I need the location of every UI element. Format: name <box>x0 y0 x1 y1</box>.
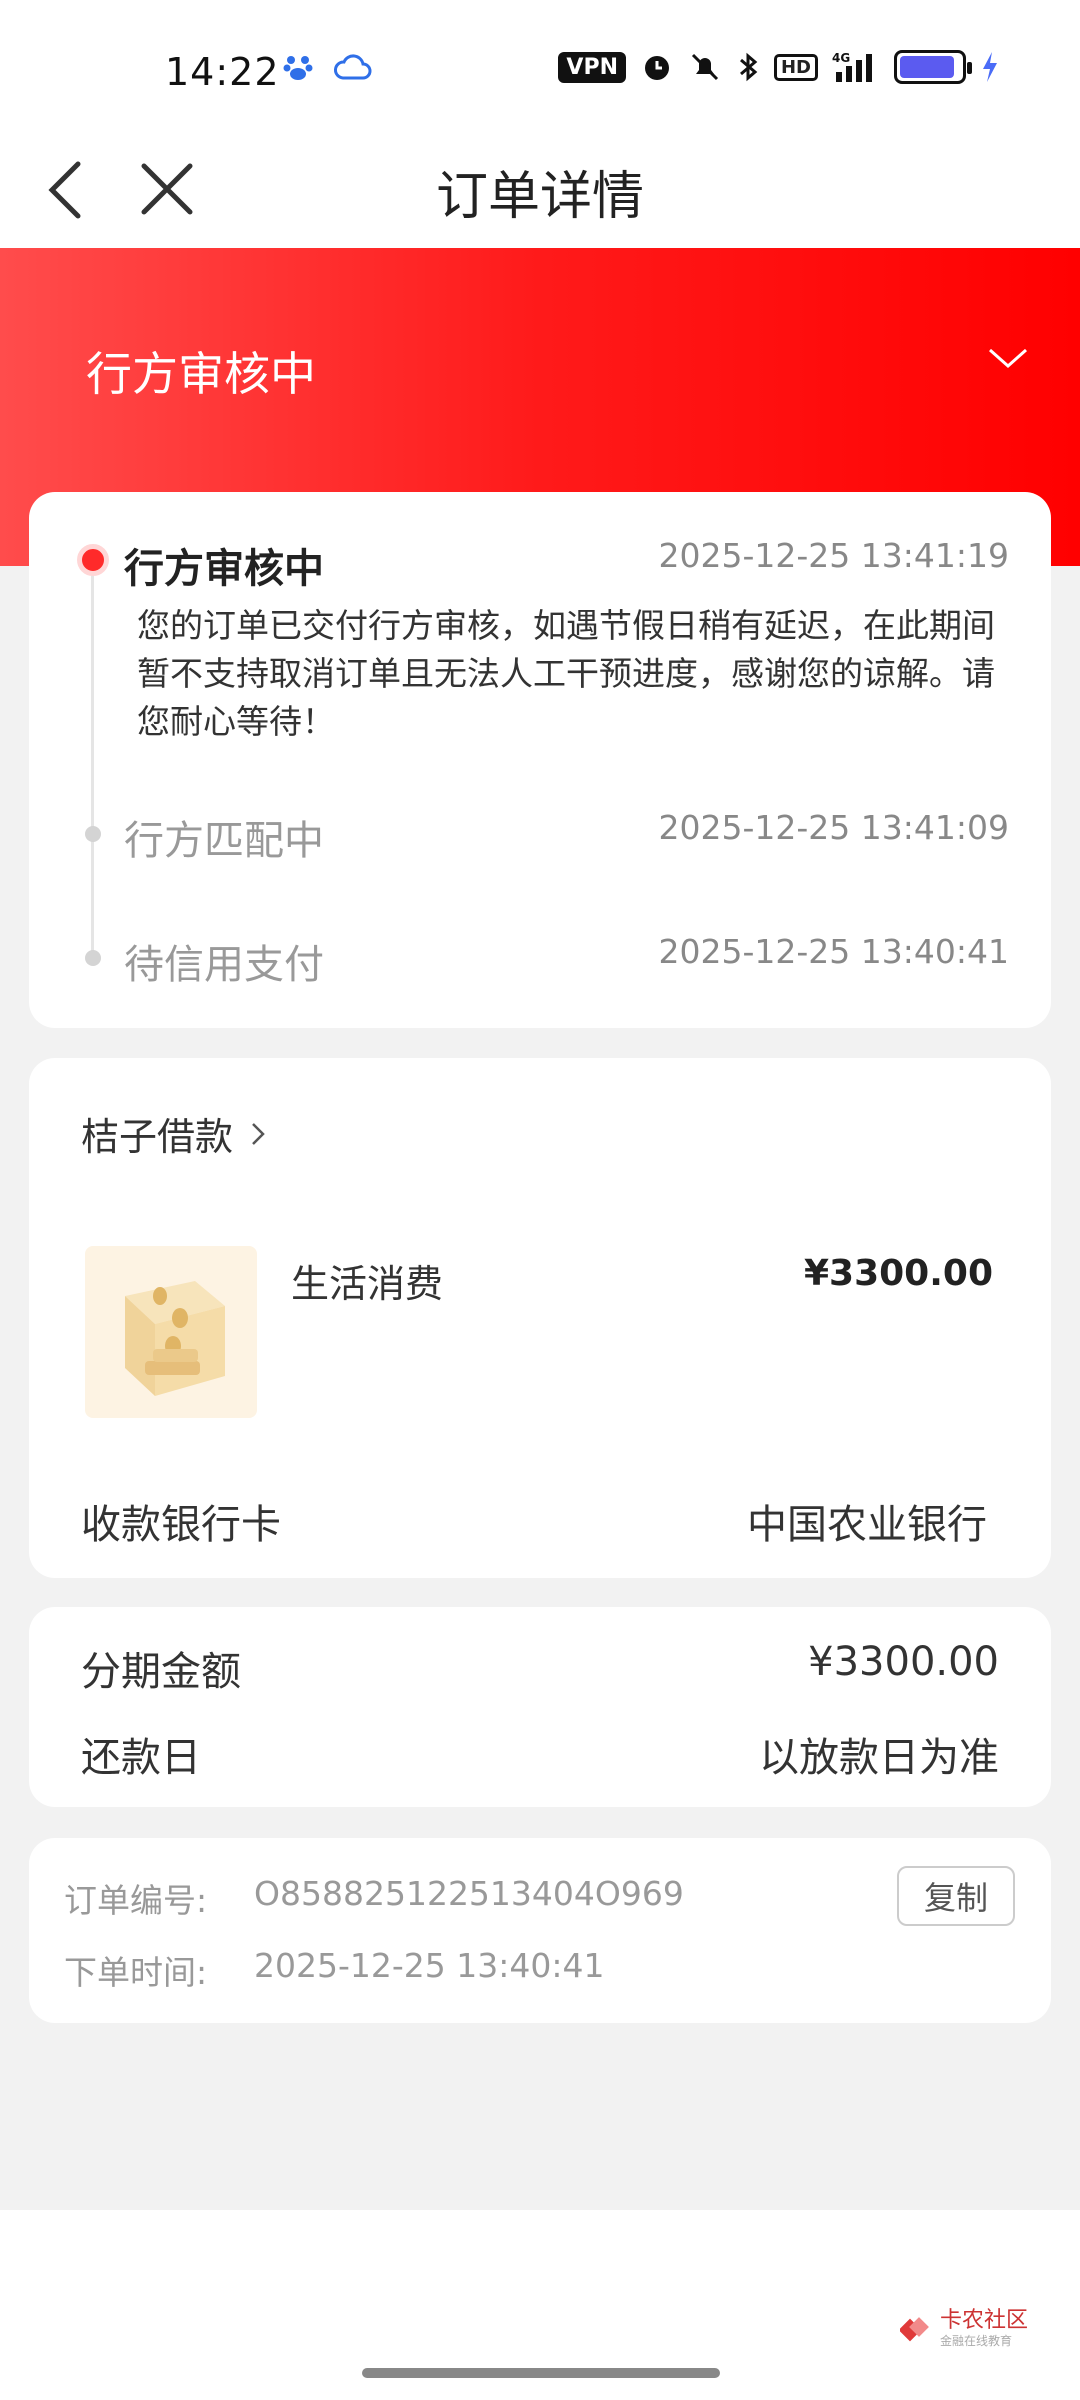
timeline-step-time: 2025-12-25 13:41:09 <box>658 808 1009 847</box>
timeline-step-time: 2025-12-25 13:41:19 <box>658 536 1009 575</box>
installment-amount-row: 分期金额 ¥3300.00 <box>81 1639 999 1697</box>
timeline-dot <box>85 950 101 966</box>
watermark-subtext: 金融在线教育 <box>940 2334 1013 2348</box>
progress-timeline-card: 行方审核中 2025-12-25 13:41:19 您的订单已交付行方审核，如遇… <box>29 492 1051 1028</box>
timeline-line <box>91 562 94 952</box>
order-time-value: 2025-12-25 13:40:41 <box>254 1946 605 1985</box>
coin-box-icon <box>125 1281 225 1396</box>
hd-badge: HD <box>773 53 818 81</box>
baidu-paw-icon <box>283 56 313 80</box>
watermark: 卡农社区 金融在线教育 <box>900 2310 1028 2349</box>
timeline-dot <box>85 826 101 842</box>
copy-button[interactable]: 复制 <box>897 1866 1015 1926</box>
timeline-dot-active <box>77 544 109 576</box>
chevron-right-icon <box>252 1122 265 1145</box>
timeline-step-time: 2025-12-25 13:40:41 <box>658 932 1009 971</box>
alarm-icon <box>644 56 669 80</box>
status-time: 14:22 <box>165 50 280 94</box>
order-number-label: 订单编号: <box>64 1881 208 1920</box>
order-time-label: 下单时间: <box>64 1953 208 1992</box>
repayment-day-value: 以放款日为准 <box>759 1735 999 1781</box>
vpn-badge: VPN <box>558 51 626 83</box>
order-number-value: O858825122513404O969 <box>254 1874 684 1913</box>
product-name: 生活消费 <box>291 1262 444 1306</box>
chevron-down-icon[interactable] <box>978 328 1038 388</box>
product-price: ¥3300.00 <box>803 1253 993 1294</box>
status-header-title: 行方审核中 <box>86 347 316 401</box>
installment-amount-label: 分期金额 <box>81 1649 241 1695</box>
vendor-link[interactable]: 桔子借款 <box>81 1106 269 1161</box>
svg-text:4G: 4G <box>832 51 850 65</box>
timeline-step-title: 待信用支付 <box>124 942 324 988</box>
weather-cloud-icon <box>334 54 372 80</box>
page-title: 订单详情 <box>435 167 644 227</box>
battery-icon <box>894 50 972 84</box>
installment-card: 分期金额 ¥3300.00 还款日 以放款日为准 <box>29 1607 1051 1807</box>
timeline-step-title: 行方匹配中 <box>124 818 324 864</box>
signal-icon: 4G <box>832 51 872 82</box>
order-info-card: 订单编号: O858825122513404O969 复制 下单时间: 2025… <box>29 1838 1051 2023</box>
timeline-step-title: 行方审核中 <box>124 546 324 592</box>
product-card: 桔子借款 生活消费 ¥3300.00 收款银行卡 中国农业银行 <box>29 1058 1051 1578</box>
installment-amount-value: ¥3300.00 <box>808 1639 999 1685</box>
bluetooth-icon <box>740 52 758 82</box>
mute-bell-icon <box>691 53 719 81</box>
watermark-text: 卡农社区 <box>940 2308 1029 2333</box>
charging-icon <box>983 52 997 82</box>
timeline-step-description: 您的订单已交付行方审核，如遇节假日稍有延迟，在此期间暂不支持取消订单且无法人工干… <box>137 606 995 741</box>
repayment-day-label: 还款日 <box>81 1735 201 1781</box>
home-indicator[interactable] <box>362 2368 720 2378</box>
vendor-name: 桔子借款 <box>81 1115 234 1159</box>
kanong-logo-icon <box>900 2316 929 2341</box>
bank-card-value: 中国农业银行 <box>747 1502 987 1548</box>
status-bar: 14:22 VPN HD 4G <box>0 0 1080 130</box>
bank-card-label: 收款银行卡 <box>81 1502 281 1548</box>
nav-bar: 订单详情 <box>0 130 1080 248</box>
product-thumbnail <box>85 1246 257 1418</box>
repayment-day-row: 还款日 以放款日为准 <box>81 1725 999 1783</box>
